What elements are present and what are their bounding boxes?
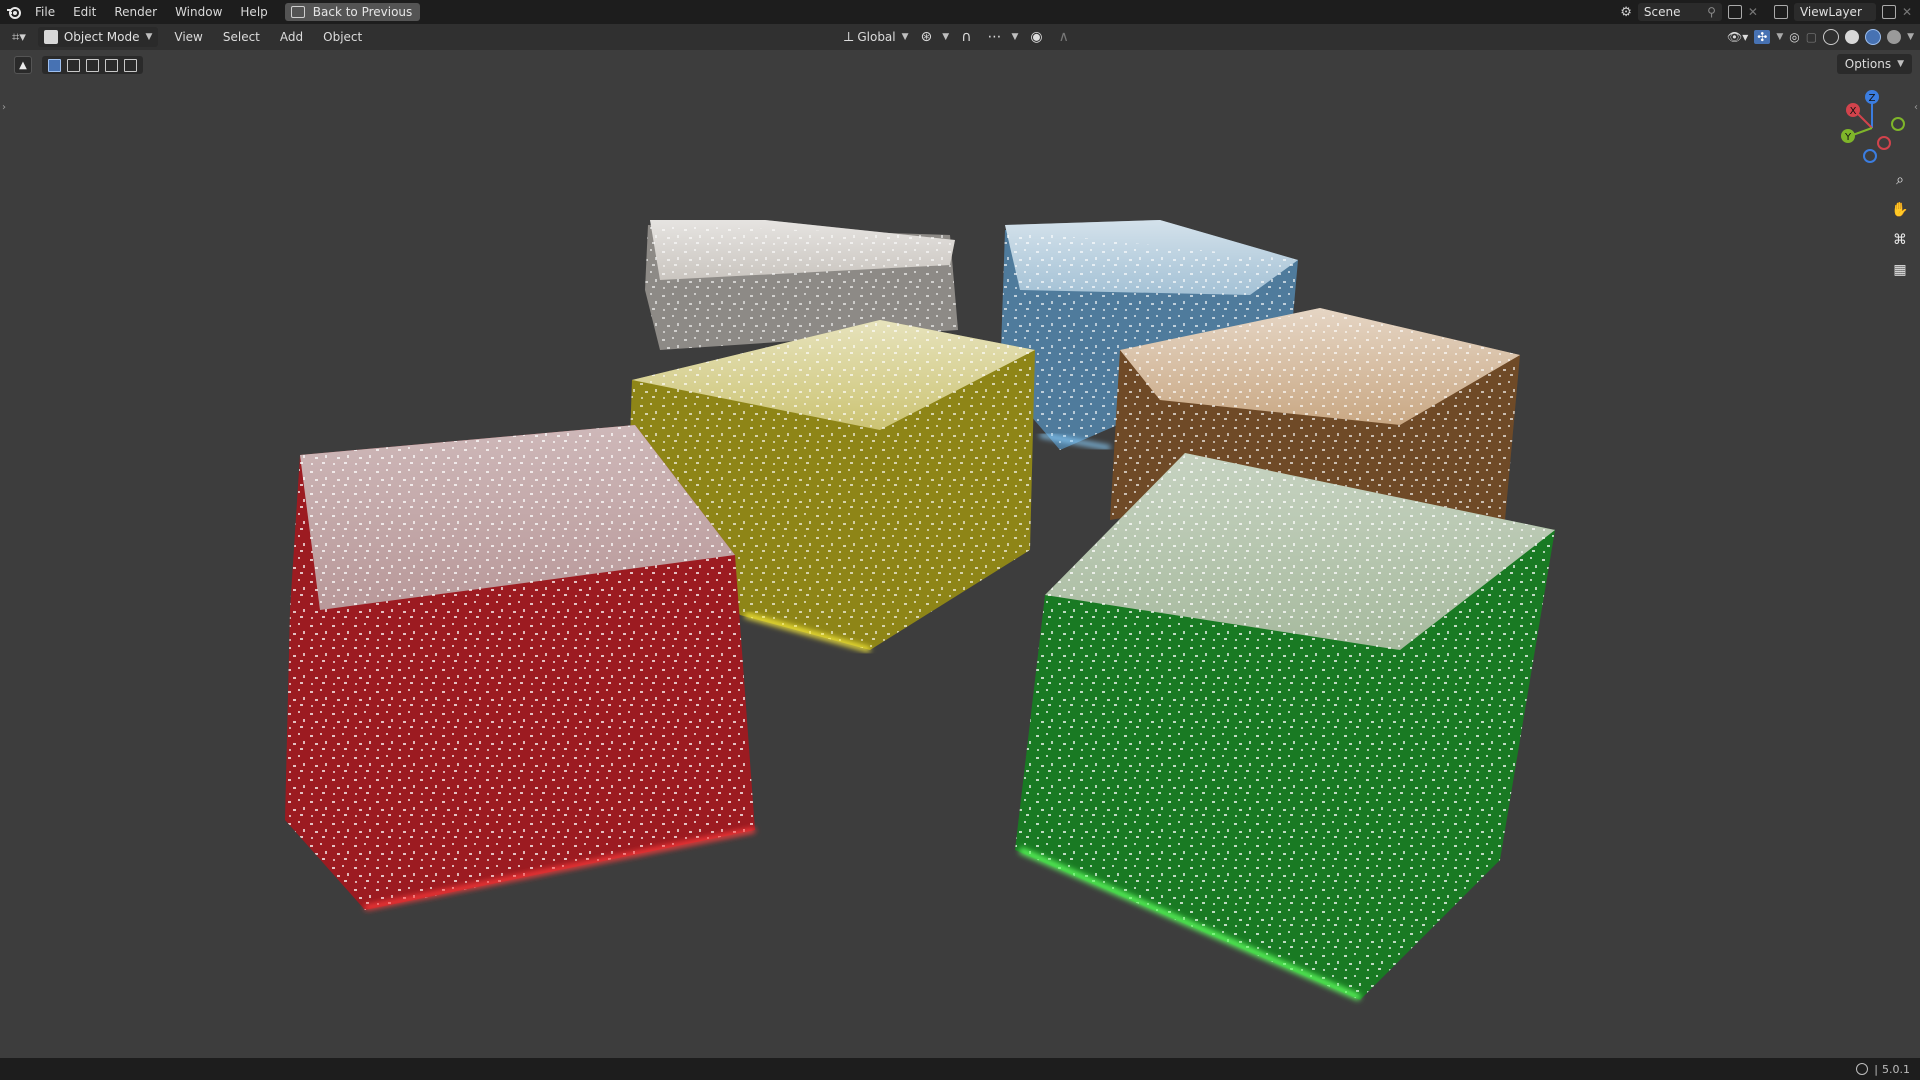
scene-selector[interactable]: Scene ⚲: [1637, 3, 1722, 21]
back-icon: [290, 6, 305, 18]
select-new-icon[interactable]: [48, 58, 61, 72]
visibility-eye-icon[interactable]: 👁▾: [1727, 30, 1748, 44]
top-bar: File Edit Render Window Help Back to Pre…: [0, 0, 1920, 24]
select-invert-icon[interactable]: [105, 58, 118, 72]
menu-render[interactable]: Render: [105, 0, 166, 24]
gizmo-y-label: Y: [1844, 132, 1852, 143]
green-cube[interactable]: [1015, 453, 1555, 1001]
magnet-icon: ∩: [961, 29, 972, 45]
options-dropdown[interactable]: Options ▼: [1836, 54, 1912, 74]
sidebar-expand-icon[interactable]: ‹: [1914, 102, 1918, 113]
view-layer-name: ViewLayer: [1799, 5, 1862, 19]
object-mode-icon: [43, 30, 58, 44]
scene-controls: ⚙ Scene ⚲ ✕ ViewLayer ✕: [1620, 0, 1920, 24]
view-layer-type-icon[interactable]: [1773, 5, 1788, 19]
select-subtract-icon[interactable]: [86, 58, 99, 72]
menu-select[interactable]: Select: [213, 30, 270, 44]
material-preview-icon[interactable]: [1865, 29, 1882, 45]
chevron-down-icon: ▼: [1011, 32, 1019, 42]
proportional-edit-toggle[interactable]: ◉: [1030, 29, 1046, 45]
menu-object[interactable]: Object: [313, 30, 372, 44]
rendered-shading-icon[interactable]: [1887, 30, 1902, 44]
chevron-down-icon: ▼: [145, 32, 153, 42]
select-tool-icon[interactable]: ▲: [14, 56, 32, 74]
chevron-down-icon[interactable]: ▼: [1776, 32, 1783, 42]
snap-increment-icon: ⋯: [987, 29, 1002, 45]
pan-hand-icon[interactable]: ✋: [1888, 198, 1912, 222]
falloff-dropdown[interactable]: ∧: [1059, 29, 1073, 45]
viewport-display-controls: 👁▾ ✣ ▼ ◎ ▢ ▼: [1727, 24, 1914, 50]
transform-orientation-label: Global: [857, 30, 896, 44]
solid-shading-icon[interactable]: [1845, 30, 1860, 44]
view-layer-selector[interactable]: ViewLayer: [1793, 3, 1876, 21]
menu-window[interactable]: Window: [166, 0, 231, 24]
scene-render: [285, 220, 1555, 1001]
transform-tools: ⟂ Global ▼ ⊛ ▼ ∩ ⋯ ▼ ◉ ∧: [838, 24, 1079, 50]
xray-toggle-icon[interactable]: ▢: [1806, 30, 1817, 44]
scene-type-icon[interactable]: ⚙: [1620, 5, 1632, 20]
falloff-curve-icon: ∧: [1058, 29, 1069, 45]
menu-view[interactable]: View: [164, 30, 212, 44]
version-label: 5.0.1: [1882, 1062, 1910, 1076]
menu-file[interactable]: File: [26, 0, 64, 24]
navigation-gizmo[interactable]: Z X Y: [1832, 88, 1912, 168]
scene-name: Scene: [1643, 5, 1681, 19]
pivot-point-dropdown[interactable]: ⊛ ▼: [921, 29, 950, 45]
chevron-down-icon[interactable]: ▼: [1907, 32, 1914, 42]
select-extend-icon[interactable]: [67, 58, 80, 72]
camera-view-icon[interactable]: ⌘: [1888, 228, 1912, 252]
chevron-down-icon: ▼: [901, 32, 909, 42]
gizmo-x-label: X: [1850, 106, 1857, 117]
gizmo-toggle-icon[interactable]: ✣: [1754, 30, 1771, 44]
overlays-icon[interactable]: ◎: [1789, 30, 1799, 44]
toolbar-expand-icon[interactable]: ›: [2, 102, 6, 113]
new-scene-icon[interactable]: [1727, 5, 1742, 19]
pin-icon[interactable]: ⚲: [1707, 5, 1716, 19]
pivot-icon: ⊛: [920, 29, 933, 45]
snap-target-dropdown[interactable]: ⋯ ▼: [987, 29, 1018, 45]
gizmo-z-label: Z: [1869, 93, 1876, 104]
zoom-icon[interactable]: ⌕: [1888, 168, 1912, 192]
proportional-edit-icon: ◉: [1030, 29, 1043, 45]
wireframe-shading-icon[interactable]: [1823, 29, 1840, 45]
object-mode-dropdown[interactable]: Object Mode ▼: [37, 27, 159, 47]
blender-logo-icon[interactable]: [6, 4, 22, 20]
status-divider: |: [1874, 1062, 1878, 1076]
options-label: Options: [1844, 57, 1892, 71]
back-to-previous-label: Back to Previous: [312, 5, 413, 19]
menu-edit[interactable]: Edit: [64, 0, 105, 24]
menu-add[interactable]: Add: [270, 30, 313, 44]
perspective-grid-icon[interactable]: ▦: [1888, 258, 1912, 282]
status-bar: | 5.0.1: [0, 1058, 1920, 1080]
snap-toggle[interactable]: ∩: [961, 29, 975, 45]
chevron-down-icon: ▼: [1897, 59, 1904, 69]
selection-mode-buttons: [42, 56, 143, 74]
viewport-toolrow: ▲: [14, 54, 143, 76]
object-mode-label: Object Mode: [63, 30, 140, 44]
chevron-down-icon: ▼: [942, 32, 950, 42]
main-menu: File Edit Render Window Help: [26, 0, 277, 24]
language-globe-icon[interactable]: [1856, 1063, 1869, 1075]
editor-type-icon[interactable]: ⌗▾: [12, 30, 26, 45]
back-to-previous-button[interactable]: Back to Previous: [284, 3, 421, 21]
select-intersect-icon[interactable]: [124, 58, 137, 72]
menu-help[interactable]: Help: [231, 0, 276, 24]
remove-scene-icon[interactable]: ✕: [1748, 5, 1758, 19]
red-cube[interactable]: [285, 425, 756, 911]
3d-viewport[interactable]: Z X Y ⌕ ✋ ⌘ ▦ › ‹: [0, 50, 1920, 1058]
orientation-icon: ⟂: [844, 29, 854, 45]
transform-orientation-dropdown[interactable]: ⟂ Global ▼: [844, 29, 909, 45]
remove-view-layer-icon[interactable]: ✕: [1902, 5, 1912, 19]
new-view-layer-icon[interactable]: [1881, 5, 1896, 19]
